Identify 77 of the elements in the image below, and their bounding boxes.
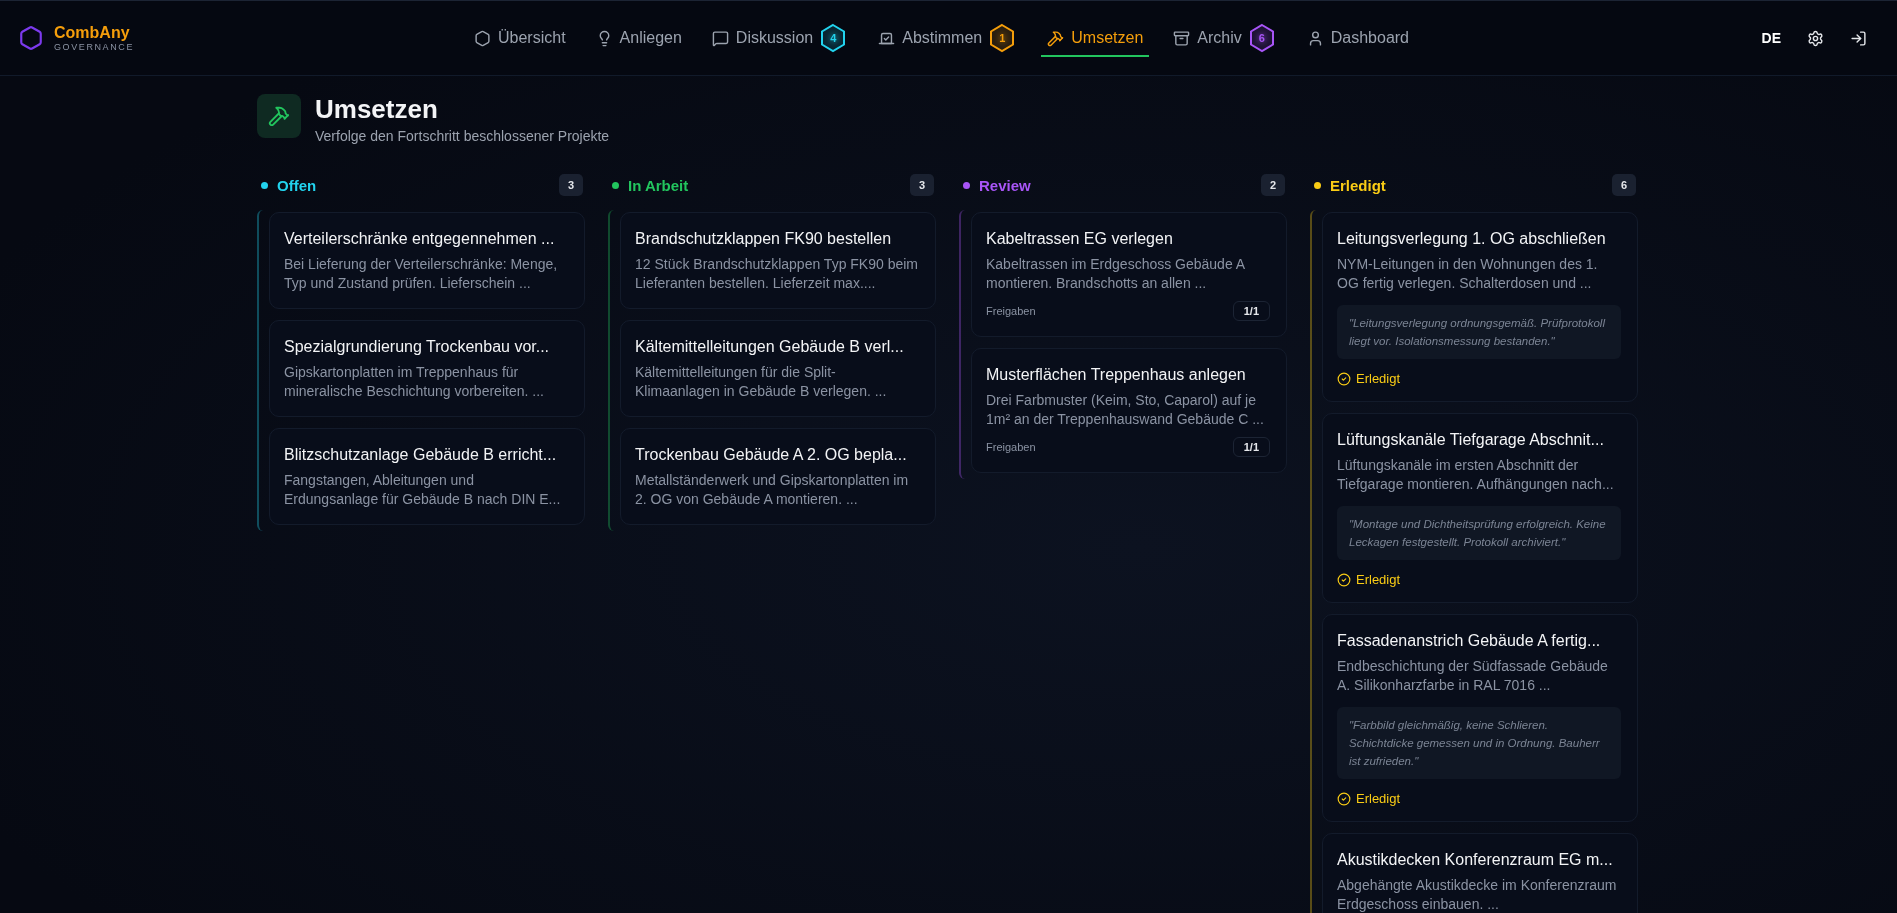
task-card[interactable]: Blitzschutzanlage Gebäude B erricht... Fangstangen, Ableitungen und Erdungsanlage für Gebäude B nach DIN E... xyxy=(269,428,585,525)
card-description: Abgehängte Akustikdecke im Konferenzraum Erdgeschoss einbauen. ... xyxy=(1337,876,1618,913)
card-description: Kabeltrassen im Erdgeschoss Gebäude A montieren. Brandschotts an allen ... xyxy=(986,255,1246,293)
hammer-icon xyxy=(1047,29,1065,47)
column-title: Review xyxy=(979,176,1032,194)
column-title: Offen xyxy=(277,176,318,194)
nav-tab[interactable]: Abstimmen 1 xyxy=(872,13,1024,63)
nav-tab[interactable]: Archiv 6 xyxy=(1167,13,1283,63)
card-title: Kältemittelleitungen Gebäude B verl... xyxy=(635,337,905,357)
task-card[interactable]: Verteilerschränke entgegennehmen ... Bei Lieferung der Verteilerschränke: Menge, Typ und Zustand prüfen. Lieferschein ... xyxy=(269,212,585,309)
task-card[interactable]: Trockenbau Gebäude A 2. OG bepla... Metallständerwerk und Gipskartonplatten im 2. OG von Gebäude A montieren. ... xyxy=(620,428,936,525)
task-card[interactable]: Kältemittelleitungen Gebäude B verl... Kältemittelleitungen für die Split-Klimaanlagen in Gebäude B verlegen. ... xyxy=(620,320,936,417)
card-description: Gipskartonplatten im Treppenhaus für mineralische Beschichtung vorbereiten. ... xyxy=(284,363,545,401)
column-count: 3 xyxy=(558,174,583,196)
approvals-label: Freigaben xyxy=(986,441,1036,453)
check-circle-icon xyxy=(1337,791,1351,806)
chat-bubble-icon xyxy=(711,29,729,47)
card-description: NYM-Leitungen in den Wohnungen des 1. OG fertig verlegen. Schalterdosen und ... xyxy=(1337,255,1599,293)
card-title: Musterflächen Treppenhaus anlegen xyxy=(986,365,1247,385)
card-title: Akustikdecken Konferenzraum EG m... xyxy=(1337,850,1614,870)
hammer-icon xyxy=(257,94,301,138)
review-quote: "Montage und Dichtheitsprüfung erfolgreich. Keine Leckagen festgestellt. Protokoll archiviert." xyxy=(1337,506,1621,560)
column-count: 6 xyxy=(1611,174,1636,196)
card-title: Lüftungskanäle Tiefgarage Abschnit... xyxy=(1337,430,1605,450)
status-label: Erledigt xyxy=(1356,371,1401,386)
card-description: Bei Lieferung der Verteilerschränke: Menge, Typ und Zustand prüfen. Lieferschein ... xyxy=(284,255,559,293)
approvals-count: 1/1 xyxy=(1232,301,1270,321)
brand-subtitle: GOVERNANCE xyxy=(54,41,134,53)
hexagon-logo-icon xyxy=(18,25,44,51)
task-card[interactable]: Spezialgrundierung Trockenbau vor... Gipskartonplatten im Treppenhaus für mineralische Beschichtung vorbereiten. ... xyxy=(269,320,585,417)
approvals-label: Freigaben xyxy=(986,305,1036,317)
review-quote: "Leitungsverlegung ordnungsgemäß. Prüfprotokoll liegt vor. Isolationsmessung bestanden." xyxy=(1337,305,1621,359)
column-count: 2 xyxy=(1260,174,1285,196)
check-circle-icon xyxy=(1337,371,1351,386)
task-card[interactable]: Brandschutzklappen FK90 bestellen 12 Stück Brandschutzklappen Typ FK90 beim Lieferanten bestellen. Lieferzeit max.... xyxy=(620,212,936,309)
brand-name: CombAny xyxy=(54,23,131,42)
column-title: Erledigt xyxy=(1330,176,1387,194)
task-card[interactable] xyxy=(1322,413,1638,603)
card-description: Endbeschichtung der Südfassade Gebäude A. Silikonharzfarbe in RAL 7016 ... xyxy=(1337,657,1609,695)
card-description: 12 Stück Brandschutzklappen Typ FK90 beim Lieferanten bestellen. Lieferzeit max.... xyxy=(635,255,919,293)
nav-tab[interactable]: Übersicht xyxy=(468,19,572,57)
task-card[interactable]: Kabeltrassen EG verlegen Kabeltrassen im Erdgeschoss Gebäude A montieren. Brandschotts an allen ... Freigaben 1/1 xyxy=(971,212,1287,337)
nav-tab[interactable]: Umsetzen xyxy=(1041,19,1150,57)
status-label: Erledigt xyxy=(1356,572,1401,587)
task-card[interactable]: Akustikdecken Konferenzraum EG m... Abgehängte Akustikdecke im Konferenzraum Erdgeschoss einbauen. ... xyxy=(1322,833,1638,913)
card-title: Fassadenanstrich Gebäude A fertig... xyxy=(1337,631,1602,651)
card-description: Drei Farbmuster (Keim, Sto, Caparol) auf je 1m² an der Treppenhauswand Gebäude C ... xyxy=(986,391,1265,429)
column-title: In Arbeit xyxy=(628,176,690,194)
card-description: Kältemittelleitungen für die Split-Klimaanlagen in Gebäude B verlegen. ... xyxy=(635,363,888,401)
nav-tab[interactable]: Dashboard xyxy=(1300,19,1415,57)
settings-icon[interactable] xyxy=(1807,29,1824,47)
task-card[interactable]: Musterflächen Treppenhaus anlegen Drei Farbmuster (Keim, Sto, Caparol) auf je 1m² an der Treppenhauswand Gebäude C ... Freigaben 1/1 xyxy=(971,348,1287,473)
card-description: Lüftungskanäle im ersten Abschnitt der Tiefgarage montieren. Aufhängungen nach... xyxy=(1337,456,1615,494)
page-subtitle: Verfolge den Fortschritt beschlossener Projekte xyxy=(315,128,610,144)
status-label: Erledigt xyxy=(1356,791,1401,806)
archive-box-icon xyxy=(1173,29,1191,47)
card-title: Kabeltrassen EG verlegen xyxy=(986,229,1174,249)
card-title: Brandschutzklappen FK90 bestellen xyxy=(635,229,893,249)
review-quote: "Farbbild gleichmäßig, keine Schlieren. Schichtdicke gemessen und in Ordnung. Bauherr ist zufrieden." xyxy=(1337,707,1621,779)
nav-tab[interactable]: Diskussion 4 xyxy=(705,13,855,63)
nav-tab[interactable]: Anliegen xyxy=(589,19,688,57)
card-title: Leitungsverlegung 1. OG abschließen xyxy=(1337,229,1607,249)
language-button[interactable]: DE xyxy=(1761,30,1781,46)
hexagon-icon xyxy=(474,29,491,47)
card-description: Fangstangen, Ableitungen und Erdungsanlage für Gebäude B nach DIN E... xyxy=(284,471,562,509)
approvals-count: 1/1 xyxy=(1232,437,1270,457)
card-title: Blitzschutzanlage Gebäude B erricht... xyxy=(284,445,558,465)
check-circle-icon xyxy=(1337,572,1351,587)
logout-icon[interactable] xyxy=(1850,29,1867,47)
page-title: Umsetzen xyxy=(315,94,439,124)
card-title: Verteilerschränke entgegennehmen ... xyxy=(284,229,556,249)
card-description: Metallständerwerk und Gipskartonplatten im 2. OG von Gebäude A montieren. ... xyxy=(635,471,910,509)
task-card[interactable] xyxy=(1322,614,1638,822)
card-title: Spezialgrundierung Trockenbau vor... xyxy=(284,337,551,357)
column-count: 3 xyxy=(909,174,934,196)
task-card[interactable] xyxy=(1322,212,1638,402)
card-title: Trockenbau Gebäude A 2. OG bepla... xyxy=(635,445,908,465)
